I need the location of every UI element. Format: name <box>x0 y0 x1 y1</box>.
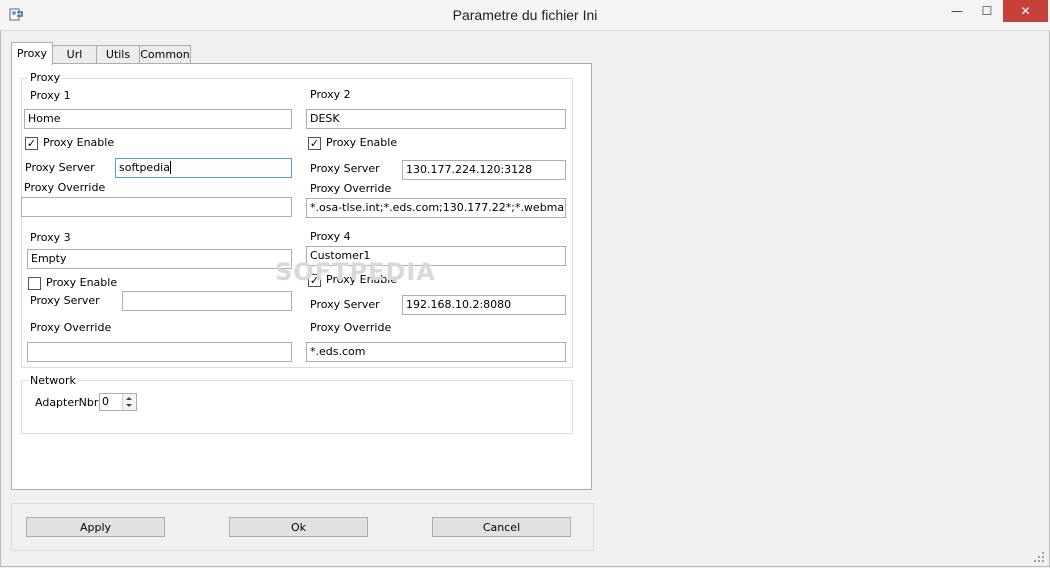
window-title: Parametre du fichier Ini <box>452 7 598 23</box>
proxy1-enable-label: Proxy Enable <box>43 136 115 149</box>
maximize-button[interactable]: ☐ <box>972 0 1002 22</box>
minimize-icon: — <box>951 4 963 18</box>
adapter-label: AdapterNbr <box>35 396 99 409</box>
tab-utils[interactable]: Utils <box>96 45 140 64</box>
minimize-button[interactable]: — <box>942 0 972 22</box>
proxy1-server-value: softpedia <box>119 161 170 174</box>
proxy2-server-label: Proxy Server <box>310 162 380 175</box>
cancel-button[interactable]: Cancel <box>432 517 571 537</box>
proxy1-server-field[interactable]: softpedia <box>115 158 292 178</box>
proxy2-enable-label: Proxy Enable <box>326 136 398 149</box>
network-group-legend: Network <box>28 374 78 387</box>
checkmark-icon: ✓ <box>309 137 320 150</box>
proxy2-server-field[interactable]: 130.177.224.120:3128 <box>402 160 566 180</box>
adapter-spinner[interactable]: 0 <box>99 393 137 411</box>
tab-proxy[interactable]: Proxy <box>11 42 53 65</box>
close-button[interactable]: ✕ <box>1003 0 1048 22</box>
proxy1-enable-checkbox[interactable]: ✓ <box>25 137 38 150</box>
proxy1-override-field[interactable] <box>21 197 292 217</box>
adapter-value: 0 <box>102 395 109 408</box>
proxy1-server-label: Proxy Server <box>25 161 95 174</box>
proxy3-name-field[interactable]: Empty <box>27 249 292 269</box>
proxy-group-legend: Proxy <box>28 71 63 84</box>
proxy4-override-label: Proxy Override <box>310 321 392 334</box>
spin-up-icon[interactable] <box>123 394 135 402</box>
ok-button[interactable]: Ok <box>229 517 368 537</box>
spinner-buttons[interactable] <box>122 394 136 410</box>
proxy3-title: Proxy 3 <box>30 231 71 244</box>
proxy2-name-field[interactable]: DESK <box>306 109 566 129</box>
spin-down-icon[interactable] <box>123 402 135 410</box>
close-icon: ✕ <box>1020 4 1031 18</box>
proxy4-server-field[interactable]: 192.168.10.2:8080 <box>402 295 566 315</box>
proxy3-override-label: Proxy Override <box>30 321 112 334</box>
proxy4-override-field[interactable]: *.eds.com <box>306 342 566 362</box>
proxy3-override-field[interactable] <box>27 342 292 362</box>
maximize-icon: ☐ <box>981 4 993 18</box>
resize-grip-icon[interactable] <box>1032 550 1046 564</box>
tab-url[interactable]: Url <box>52 45 97 64</box>
tab-common[interactable]: Common <box>139 45 191 64</box>
proxy2-enable-checkbox[interactable]: ✓ <box>308 137 321 150</box>
proxy1-title: Proxy 1 <box>30 89 71 102</box>
proxy4-title: Proxy 4 <box>310 230 351 243</box>
proxy1-override-label: Proxy Override <box>24 181 106 194</box>
proxy2-override-label: Proxy Override <box>310 182 392 195</box>
proxy2-title: Proxy 2 <box>310 88 351 101</box>
proxy3-server-field[interactable] <box>122 291 292 311</box>
watermark: SOFTPEDIA <box>275 258 436 286</box>
text-caret <box>169 161 171 174</box>
proxy3-server-label: Proxy Server <box>30 294 100 307</box>
proxy3-enable-checkbox[interactable] <box>28 277 41 290</box>
proxy2-override-field[interactable]: *.osa-tlse.int;*.eds.com;130.177.22*;*.w… <box>306 198 566 218</box>
proxy3-enable-label: Proxy Enable <box>46 276 118 289</box>
checkmark-icon: ✓ <box>26 137 37 150</box>
proxy1-name-field[interactable]: Home <box>24 109 292 129</box>
apply-button[interactable]: Apply <box>26 517 165 537</box>
proxy4-server-label: Proxy Server <box>310 298 380 311</box>
